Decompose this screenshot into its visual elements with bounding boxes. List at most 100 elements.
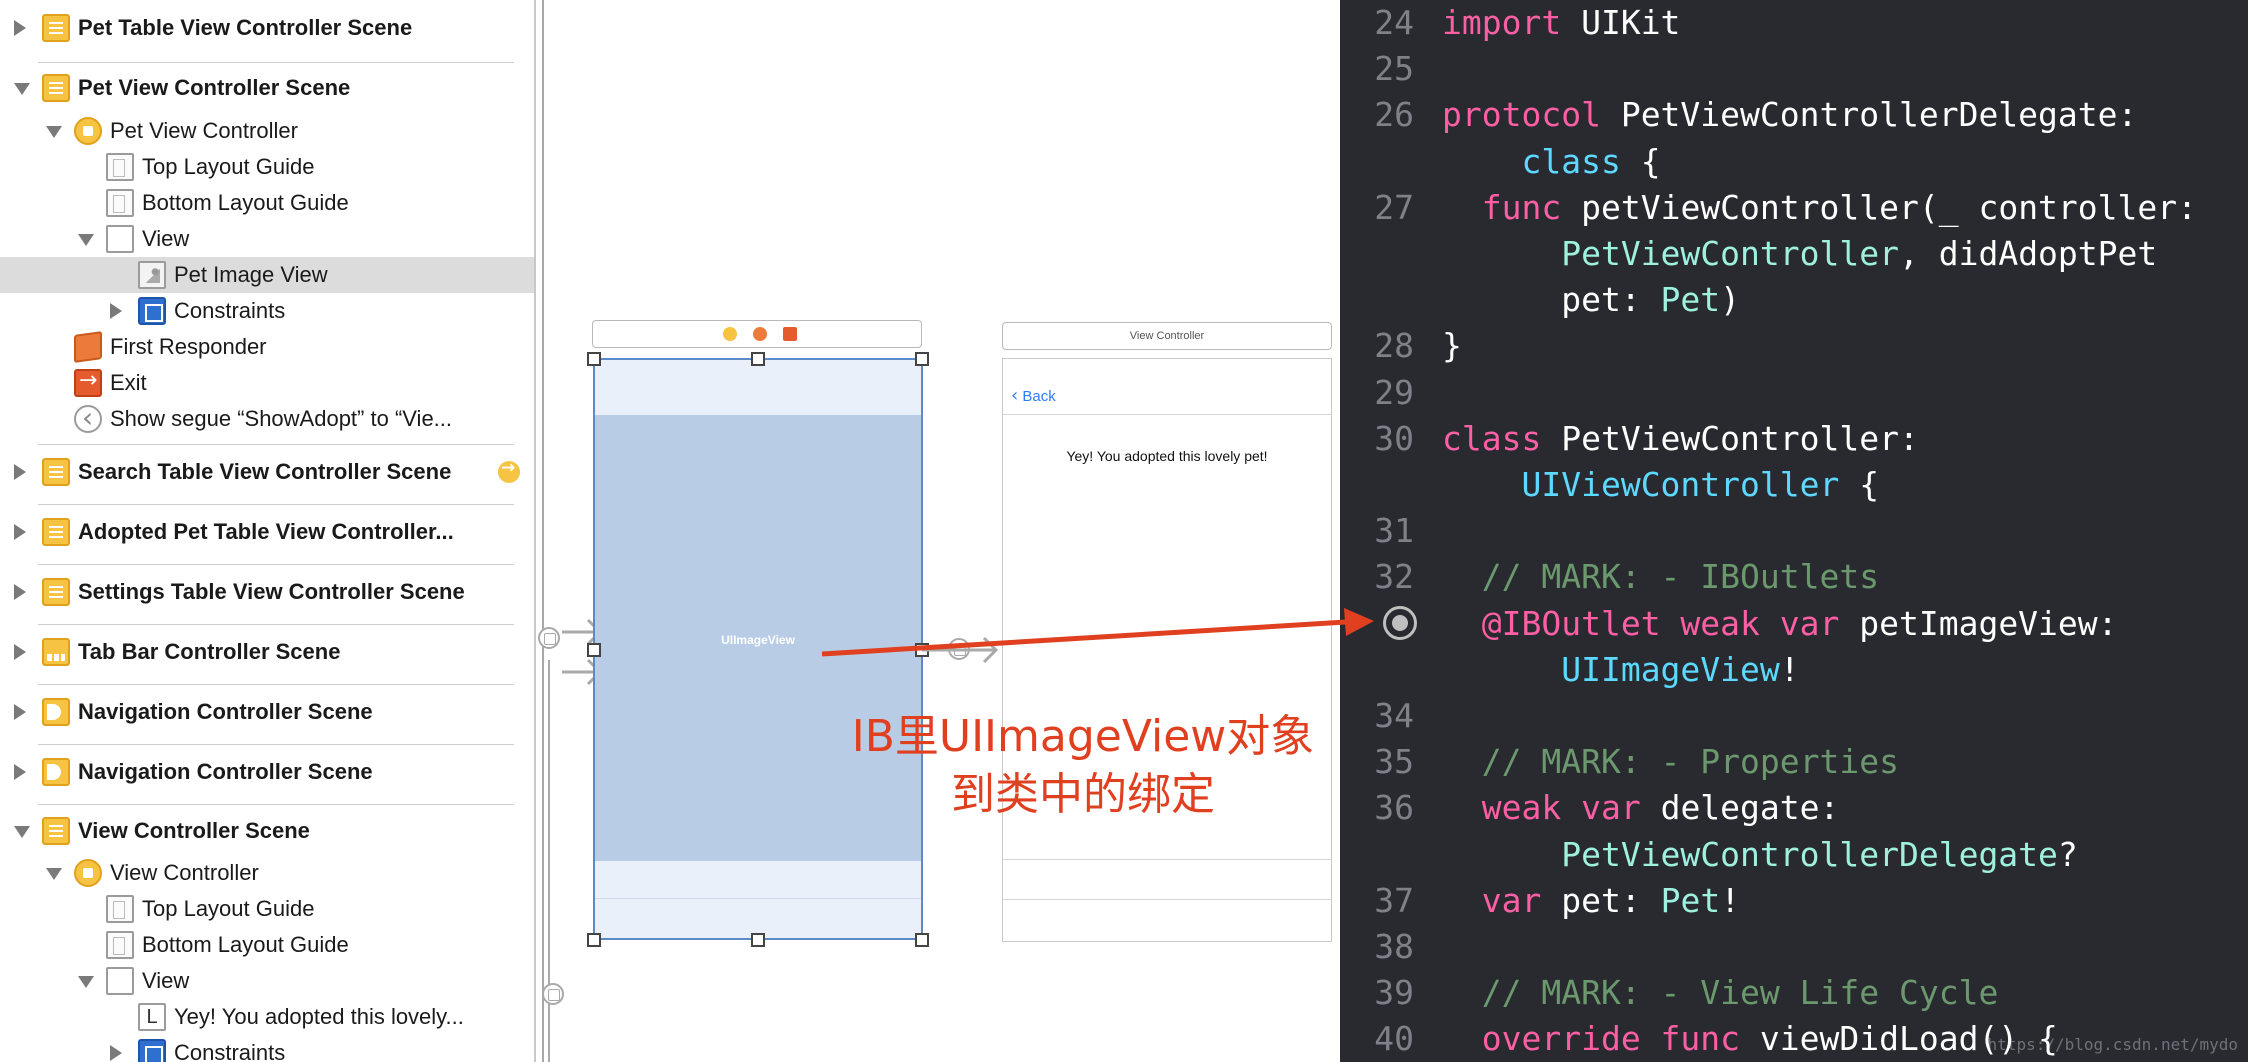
resize-handle[interactable]: [587, 643, 601, 657]
code-line[interactable]: 37 var pet: Pet!: [1340, 878, 2248, 924]
outline-item-row[interactable]: Bottom Layout Guide: [0, 927, 534, 963]
segue-icon[interactable]: [538, 627, 560, 649]
code-text: weak var delegate:: [1442, 785, 1840, 831]
code-line[interactable]: 36 weak var delegate:: [1340, 785, 2248, 831]
layout-guide-icon: [106, 931, 134, 959]
view-icon: [106, 225, 134, 253]
code-line[interactable]: 28}: [1340, 323, 2248, 369]
storyboard-canvas[interactable]: UIImageView View Controller ‹ Back Yey! …: [538, 0, 1340, 1062]
outline-scene-row[interactable]: Adopted Pet Table View Controller...: [0, 514, 534, 550]
outline-scene-row[interactable]: Pet Table View Controller Scene: [0, 10, 534, 46]
outline-scene-row[interactable]: Search Table View Controller Scene: [0, 454, 534, 490]
code-line[interactable]: UIImageView!: [1340, 647, 2248, 693]
disclosure-closed-icon[interactable]: [110, 1045, 122, 1061]
first-responder-dock-icon[interactable]: [753, 327, 767, 341]
disclosure-open-icon[interactable]: [46, 126, 62, 138]
outline-item-row[interactable]: Exit: [0, 365, 534, 401]
document-outline: Pet Table View Controller Scene Pet View …: [0, 0, 536, 1062]
toolbar-divider: [1003, 859, 1331, 860]
outline-item-row[interactable]: Pet View Controller: [0, 113, 534, 149]
disclosure-open-icon[interactable]: [14, 83, 30, 95]
outline-item-row[interactable]: Show segue “ShowAdopt” to “Vie...: [0, 401, 534, 437]
outline-item-row[interactable]: First Responder: [0, 329, 534, 365]
adopt-scene-title-bar[interactable]: View Controller: [1002, 322, 1332, 350]
scene-icon: [42, 14, 70, 42]
code-line[interactable]: @IBOutlet weak var petImageView:: [1340, 601, 2248, 647]
outline-item-row[interactable]: View: [0, 963, 534, 999]
outline-item-row[interactable]: L Yey! You adopted this lovely...: [0, 999, 534, 1035]
code-line[interactable]: pet: Pet): [1340, 277, 2248, 323]
resize-handle[interactable]: [751, 933, 765, 947]
disclosure-closed-icon[interactable]: [14, 704, 26, 720]
resize-handle[interactable]: [915, 933, 929, 947]
back-button[interactable]: ‹ Back: [1011, 385, 1056, 406]
disclosure-closed-icon[interactable]: [14, 464, 26, 480]
disclosure-closed-icon[interactable]: [14, 644, 26, 660]
view-icon: [106, 967, 134, 995]
segue-icon[interactable]: [542, 983, 564, 1005]
disclosure-closed-icon[interactable]: [14, 764, 26, 780]
outline-scene-row[interactable]: View Controller Scene: [0, 813, 534, 849]
adopted-message-label[interactable]: Yey! You adopted this lovely pet!: [1003, 448, 1331, 464]
resize-handle[interactable]: [751, 352, 765, 366]
view-controller-dock-icon[interactable]: [723, 327, 737, 341]
outline-item-row[interactable]: Top Layout Guide: [0, 891, 534, 927]
resize-handle[interactable]: [587, 933, 601, 947]
code-text: // MARK: - IBOutlets: [1442, 554, 1879, 600]
outline-item-row[interactable]: View: [0, 221, 534, 257]
adopt-scene-view[interactable]: ‹ Back Yey! You adopted this lovely pet!: [1002, 358, 1332, 942]
constraints-icon: [138, 297, 166, 325]
code-line[interactable]: 32 // MARK: - IBOutlets: [1340, 554, 2248, 600]
disclosure-closed-icon[interactable]: [14, 584, 26, 600]
code-line[interactable]: 24 import UIKit: [1340, 0, 2248, 46]
code-line[interactable]: 39 // MARK: - View Life Cycle: [1340, 970, 2248, 1016]
pet-scene-view[interactable]: UIImageView: [593, 358, 923, 940]
disclosure-closed-icon[interactable]: [14, 524, 26, 540]
code-line[interactable]: PetViewControllerDelegate?: [1340, 832, 2248, 878]
outline-scene-row[interactable]: Pet View Controller Scene: [0, 70, 534, 106]
line-number: 32: [1374, 557, 1414, 597]
outline-item-row[interactable]: Top Layout Guide: [0, 149, 534, 185]
scene-separator: [38, 744, 514, 745]
outline-scene-row[interactable]: Tab Bar Controller Scene: [0, 634, 534, 670]
code-line[interactable]: class {: [1340, 139, 2248, 185]
outline-item-row[interactable]: View Controller: [0, 855, 534, 891]
code-token: pet:: [1541, 880, 1661, 920]
disclosure-open-icon[interactable]: [14, 826, 30, 838]
outline-item-row[interactable]: Bottom Layout Guide: [0, 185, 534, 221]
code-line[interactable]: 26 protocol PetViewControllerDelegate:: [1340, 92, 2248, 138]
code-line[interactable]: 25: [1340, 46, 2248, 92]
code-line[interactable]: 34: [1340, 693, 2248, 739]
code-line[interactable]: 31: [1340, 508, 2248, 554]
outline-scene-row[interactable]: Settings Table View Controller Scene: [0, 574, 534, 610]
disclosure-open-icon[interactable]: [78, 976, 94, 988]
disclosure-open-icon[interactable]: [78, 234, 94, 246]
outline-scene-row[interactable]: Navigation Controller Scene: [0, 694, 534, 730]
code-token: PetViewController:: [1541, 418, 1919, 458]
entry-point-arrow-icon: [498, 458, 520, 483]
segue-arrow: [922, 636, 999, 664]
code-editor[interactable]: https://blog.csdn.net/mydo 24 import UIKi…: [1340, 0, 2248, 1062]
code-line[interactable]: 30 class PetViewController:: [1340, 416, 2248, 462]
disclosure-closed-icon[interactable]: [110, 303, 122, 319]
code-line[interactable]: 29: [1340, 370, 2248, 416]
exit-dock-icon[interactable]: [783, 327, 797, 341]
code-line[interactable]: 38: [1340, 924, 2248, 970]
code-line[interactable]: PetViewController, didAdoptPet: [1340, 231, 2248, 277]
outline-item-row[interactable]: Constraints: [0, 293, 534, 329]
code-line[interactable]: 27 func petViewController(_ controller:: [1340, 185, 2248, 231]
outline-item-row[interactable]: Constraints: [0, 1035, 534, 1062]
outline-scene-row[interactable]: Navigation Controller Scene: [0, 754, 534, 790]
resize-handle[interactable]: [587, 352, 601, 366]
disclosure-open-icon[interactable]: [46, 868, 62, 880]
code-line[interactable]: 40 override func viewDidLoad() {: [1340, 1016, 2248, 1062]
resize-handle[interactable]: [915, 352, 929, 366]
code-line[interactable]: 35 // MARK: - Properties: [1340, 739, 2248, 785]
code-text: PetViewController, didAdoptPet: [1442, 231, 2157, 277]
outline-item-row[interactable]: Pet Image View: [0, 257, 534, 293]
pet-scene-dock[interactable]: [592, 320, 922, 348]
disclosure-closed-icon[interactable]: [14, 20, 26, 36]
code-line[interactable]: UIViewController {: [1340, 462, 2248, 508]
